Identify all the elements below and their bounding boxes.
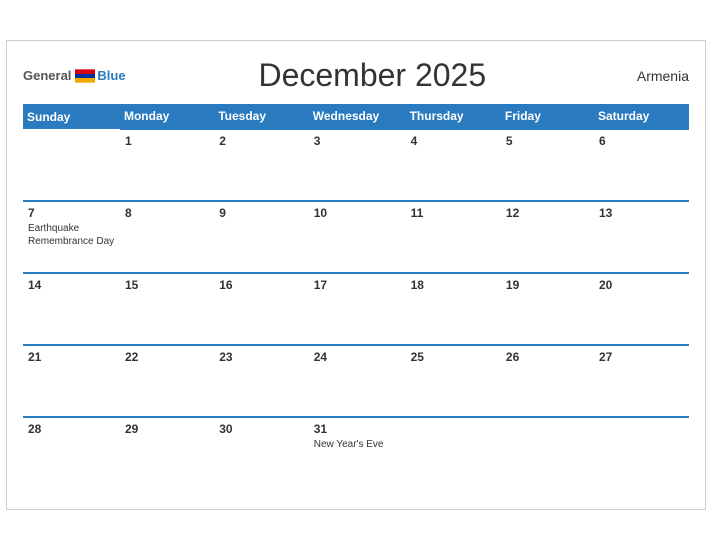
calendar-day-cell: 11: [406, 201, 501, 273]
calendar-day-cell: 20: [594, 273, 689, 345]
day-number: 19: [506, 278, 589, 292]
calendar-day-cell: 9: [214, 201, 309, 273]
day-number: 16: [219, 278, 304, 292]
day-number: 23: [219, 350, 304, 364]
day-number: 14: [28, 278, 115, 292]
calendar-day-cell: 25: [406, 345, 501, 417]
day-number: 18: [411, 278, 496, 292]
weekday-header-row: Sunday Monday Tuesday Wednesday Thursday…: [23, 104, 689, 129]
calendar-body: 1234567Earthquake Remembrance Day8910111…: [23, 129, 689, 489]
calendar-day-cell: 15: [120, 273, 214, 345]
day-number: 20: [599, 278, 684, 292]
day-event-label: Earthquake Remembrance Day: [28, 222, 115, 248]
logo-blue: Blue: [97, 68, 125, 83]
calendar-day-cell: 13: [594, 201, 689, 273]
day-number: 11: [411, 206, 496, 220]
calendar-day-cell: 6: [594, 129, 689, 201]
day-number: 4: [411, 134, 496, 148]
header-friday: Friday: [501, 104, 594, 129]
calendar-day-cell: 30: [214, 417, 309, 489]
day-number: 31: [314, 422, 401, 436]
day-number: 13: [599, 206, 684, 220]
country-label: Armenia: [619, 68, 689, 84]
day-number: 30: [219, 422, 304, 436]
calendar-day-cell: [501, 417, 594, 489]
day-number: 2: [219, 134, 304, 148]
calendar-day-cell: 31 New Year's Eve: [309, 417, 406, 489]
calendar-week-row: 7 Earthquake Remembrance Day 89 10 11 12 13: [23, 201, 689, 273]
calendar-day-cell: 26: [501, 345, 594, 417]
day-number: 10: [314, 206, 401, 220]
calendar-day-cell: 3: [309, 129, 406, 201]
calendar-day-cell: [406, 417, 501, 489]
calendar-day-cell: 14: [23, 273, 120, 345]
calendar-day-cell: 19: [501, 273, 594, 345]
calendar-day-cell: 5: [501, 129, 594, 201]
header-monday: Monday: [120, 104, 214, 129]
calendar-day-cell: 28: [23, 417, 120, 489]
day-number: 29: [125, 422, 209, 436]
calendar-week-row: 14 15 16 17 18 19 20: [23, 273, 689, 345]
day-number: 9: [219, 206, 304, 220]
calendar-day-cell: 29: [120, 417, 214, 489]
day-number: 17: [314, 278, 401, 292]
logo: General Blue: [23, 68, 126, 83]
calendar-day-cell: 4: [406, 129, 501, 201]
calendar-day-cell: 24: [309, 345, 406, 417]
day-number: 22: [125, 350, 209, 364]
calendar-day-cell: 22: [120, 345, 214, 417]
calendar-day-cell: 8: [120, 201, 214, 273]
header-saturday: Saturday: [594, 104, 689, 129]
day-number: 15: [125, 278, 209, 292]
day-number: 28: [28, 422, 115, 436]
day-number: 21: [28, 350, 115, 364]
calendar-header-row: Sunday Monday Tuesday Wednesday Thursday…: [23, 104, 689, 129]
day-number: 26: [506, 350, 589, 364]
calendar-day-cell: [594, 417, 689, 489]
calendar-day-cell: 17: [309, 273, 406, 345]
header-wednesday: Wednesday: [309, 104, 406, 129]
month-title: December 2025: [126, 57, 619, 94]
calendar-wrapper: General Blue December 2025 Armenia Sunda…: [6, 40, 706, 510]
day-number: 27: [599, 350, 684, 364]
day-number: 3: [314, 134, 401, 148]
day-event-label: New Year's Eve: [314, 438, 401, 451]
header-sunday: Sunday: [23, 104, 120, 129]
calendar-day-cell: 12: [501, 201, 594, 273]
day-number: 6: [599, 134, 684, 148]
calendar-day-cell: 7 Earthquake Remembrance Day: [23, 201, 120, 273]
day-number: 1: [125, 134, 209, 148]
calendar-day-cell: 16: [214, 273, 309, 345]
day-number: 7: [28, 206, 115, 220]
calendar-table: Sunday Monday Tuesday Wednesday Thursday…: [23, 104, 689, 489]
day-number: 8: [125, 206, 209, 220]
calendar-day-cell: 2: [214, 129, 309, 201]
calendar-day-cell: 27: [594, 345, 689, 417]
calendar-day-cell: 18: [406, 273, 501, 345]
header-thursday: Thursday: [406, 104, 501, 129]
calendar-day-cell: 23: [214, 345, 309, 417]
calendar-week-row: 21 22 23 24 25 26 27: [23, 345, 689, 417]
calendar-week-row: 28 29 30 31 New Year's Eve: [23, 417, 689, 489]
calendar-day-cell: 10: [309, 201, 406, 273]
calendar-header: General Blue December 2025 Armenia: [23, 57, 689, 94]
day-number: 25: [411, 350, 496, 364]
day-number: 12: [506, 206, 589, 220]
calendar-week-row: 123456: [23, 129, 689, 201]
day-number: 5: [506, 134, 589, 148]
day-number: 24: [314, 350, 401, 364]
logo-general: General: [23, 68, 71, 83]
header-tuesday: Tuesday: [214, 104, 309, 129]
logo-flag-icon: [75, 69, 95, 83]
calendar-day-cell: 1: [120, 129, 214, 201]
calendar-day-cell: 21: [23, 345, 120, 417]
calendar-day-cell: [23, 129, 120, 201]
